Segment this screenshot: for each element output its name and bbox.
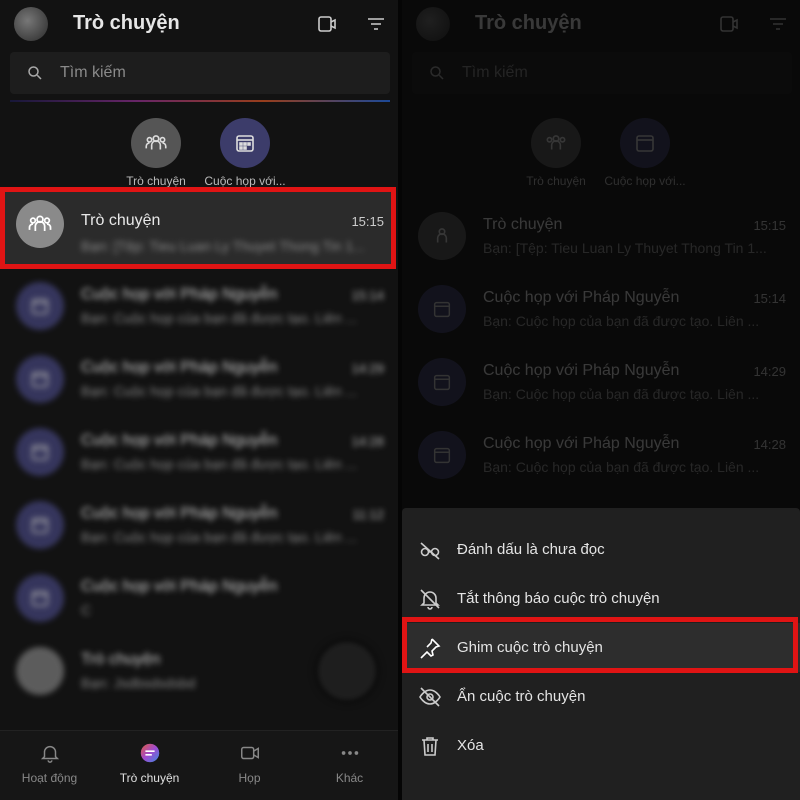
chat-row[interactable]: Trò chuyện 15:15 Bạn: [Tệp: Tieu Luan Ly…	[0, 192, 398, 265]
menu-mark-unread[interactable]: Đánh dấu là chưa đọc	[402, 525, 800, 574]
chat-row[interactable]: Cuộc họp với Pháp Nguyễn 15:14 Bạn: Cuộc…	[0, 270, 398, 343]
pinned-label: Trò chuyện	[126, 174, 186, 188]
menu-mute[interactable]: Tắt thông báo cuộc trò chuyện	[402, 574, 800, 623]
eye-off-icon	[419, 687, 441, 707]
pinned-label: Cuộc họp với...	[204, 174, 286, 188]
bell-off-icon	[420, 589, 440, 610]
pinned-chat-meeting[interactable]: Cuộc họp với...	[200, 118, 290, 188]
chat-row[interactable]: Cuộc họp với Pháp Nguyễn C	[0, 562, 398, 635]
tab-label: Họp	[238, 771, 261, 785]
calendar-icon	[16, 501, 64, 549]
chat-time: 15:14	[351, 288, 384, 303]
chat-name: Cuộc họp với Pháp Nguyễn	[81, 286, 278, 303]
tab-chat[interactable]: Trò chuyện	[100, 739, 199, 785]
divider	[10, 100, 390, 102]
tab-meet[interactable]: Họp	[200, 739, 299, 785]
menu-hide[interactable]: Ẩn cuộc trò chuyện	[402, 672, 800, 721]
highlight-box	[402, 617, 798, 673]
chat-preview: C	[81, 602, 92, 618]
filter-icon[interactable]	[364, 12, 388, 36]
calendar-icon	[16, 574, 64, 622]
search-bar[interactable]: Tìm kiếm	[10, 52, 390, 94]
chat-preview: Bạn: [Tệp: Tieu Luan Ly Thuyet Thong Tin…	[81, 238, 365, 254]
right-screen: Trò chuyện Tìm kiếm Trò chuyện Cuộc họp …	[402, 0, 800, 800]
chat-preview: Bạn: Cuộc họp của bạn đã được tạo. Liên …	[81, 310, 358, 326]
chat-icon	[140, 743, 159, 763]
bell-icon	[40, 745, 59, 763]
chat-name: Cuộc họp với Pháp Nguyễn	[81, 578, 278, 595]
group-icon	[16, 200, 64, 248]
mark-unread-icon	[420, 542, 440, 560]
trash-icon	[422, 737, 438, 756]
calendar-icon	[16, 282, 64, 330]
tab-activity[interactable]: Hoạt động	[0, 739, 99, 785]
group-icon	[131, 118, 181, 168]
header: Trò chuyện	[0, 0, 398, 50]
chat-row[interactable]: Cuộc họp với Pháp Nguyễn 11:12 Bạn: Cuộc…	[0, 489, 398, 562]
chat-row[interactable]: Cuộc họp với Pháp Nguyễn 14:29 Bạn: Cuộc…	[0, 343, 398, 416]
calendar-icon	[16, 355, 64, 403]
chat-preview: Bạn: Cuộc họp của bạn đã được tạo. Liên …	[81, 456, 358, 472]
group-icon	[16, 647, 64, 695]
new-chat-button[interactable]	[318, 642, 376, 700]
menu-label: Xóa	[457, 737, 484, 754]
chat-preview: Bạn: Cuộc họp của bạn đã được tạo. Liên …	[81, 529, 358, 545]
calendar-icon	[16, 428, 64, 476]
chat-time: 11:12	[352, 507, 384, 522]
tab-label: Khác	[335, 771, 364, 785]
tab-label: Trò chuyện	[119, 771, 180, 785]
pinned-chat-group[interactable]: Trò chuyện	[111, 118, 201, 188]
chat-row[interactable]: Cuộc họp với Pháp Nguyễn 14:28 Bạn: Cuộc…	[0, 416, 398, 489]
calendar-icon	[220, 118, 270, 168]
bottom-tab-bar: Hoạt động Trò chuyện Họp Khác	[0, 730, 398, 800]
chat-name: Cuộc họp với Pháp Nguyễn	[81, 359, 278, 376]
menu-label: Tắt thông báo cuộc trò chuyện	[457, 590, 660, 607]
left-screen: Trò chuyện Tìm kiếm Trò chuyện Cuộc họp …	[0, 0, 398, 800]
chat-preview: Bạn: Cuộc họp của bạn đã được tạo. Liên …	[81, 383, 358, 399]
chat-name: Trò chuyện	[81, 651, 161, 668]
chat-name: Trò chuyện	[81, 212, 161, 229]
profile-avatar[interactable]	[14, 7, 48, 41]
more-icon	[341, 751, 358, 755]
search-icon	[28, 66, 42, 80]
video-call-icon[interactable]	[315, 12, 339, 36]
menu-delete[interactable]: Xóa	[402, 721, 800, 770]
video-icon	[240, 746, 259, 760]
chat-time: 14:29	[351, 361, 384, 376]
chat-time: 14:28	[351, 434, 384, 449]
tab-more[interactable]: Khác	[300, 739, 398, 785]
chat-name: Cuộc họp với Pháp Nguyễn	[81, 432, 278, 449]
menu-label: Ẩn cuộc trò chuyện	[457, 688, 586, 705]
tab-label: Hoạt động	[21, 771, 78, 785]
search-placeholder: Tìm kiếm	[60, 64, 126, 81]
chat-name: Cuộc họp với Pháp Nguyễn	[81, 505, 278, 522]
chat-time: 15:15	[351, 214, 384, 229]
menu-label: Đánh dấu là chưa đọc	[457, 541, 605, 558]
page-title: Trò chuyện	[73, 12, 180, 34]
